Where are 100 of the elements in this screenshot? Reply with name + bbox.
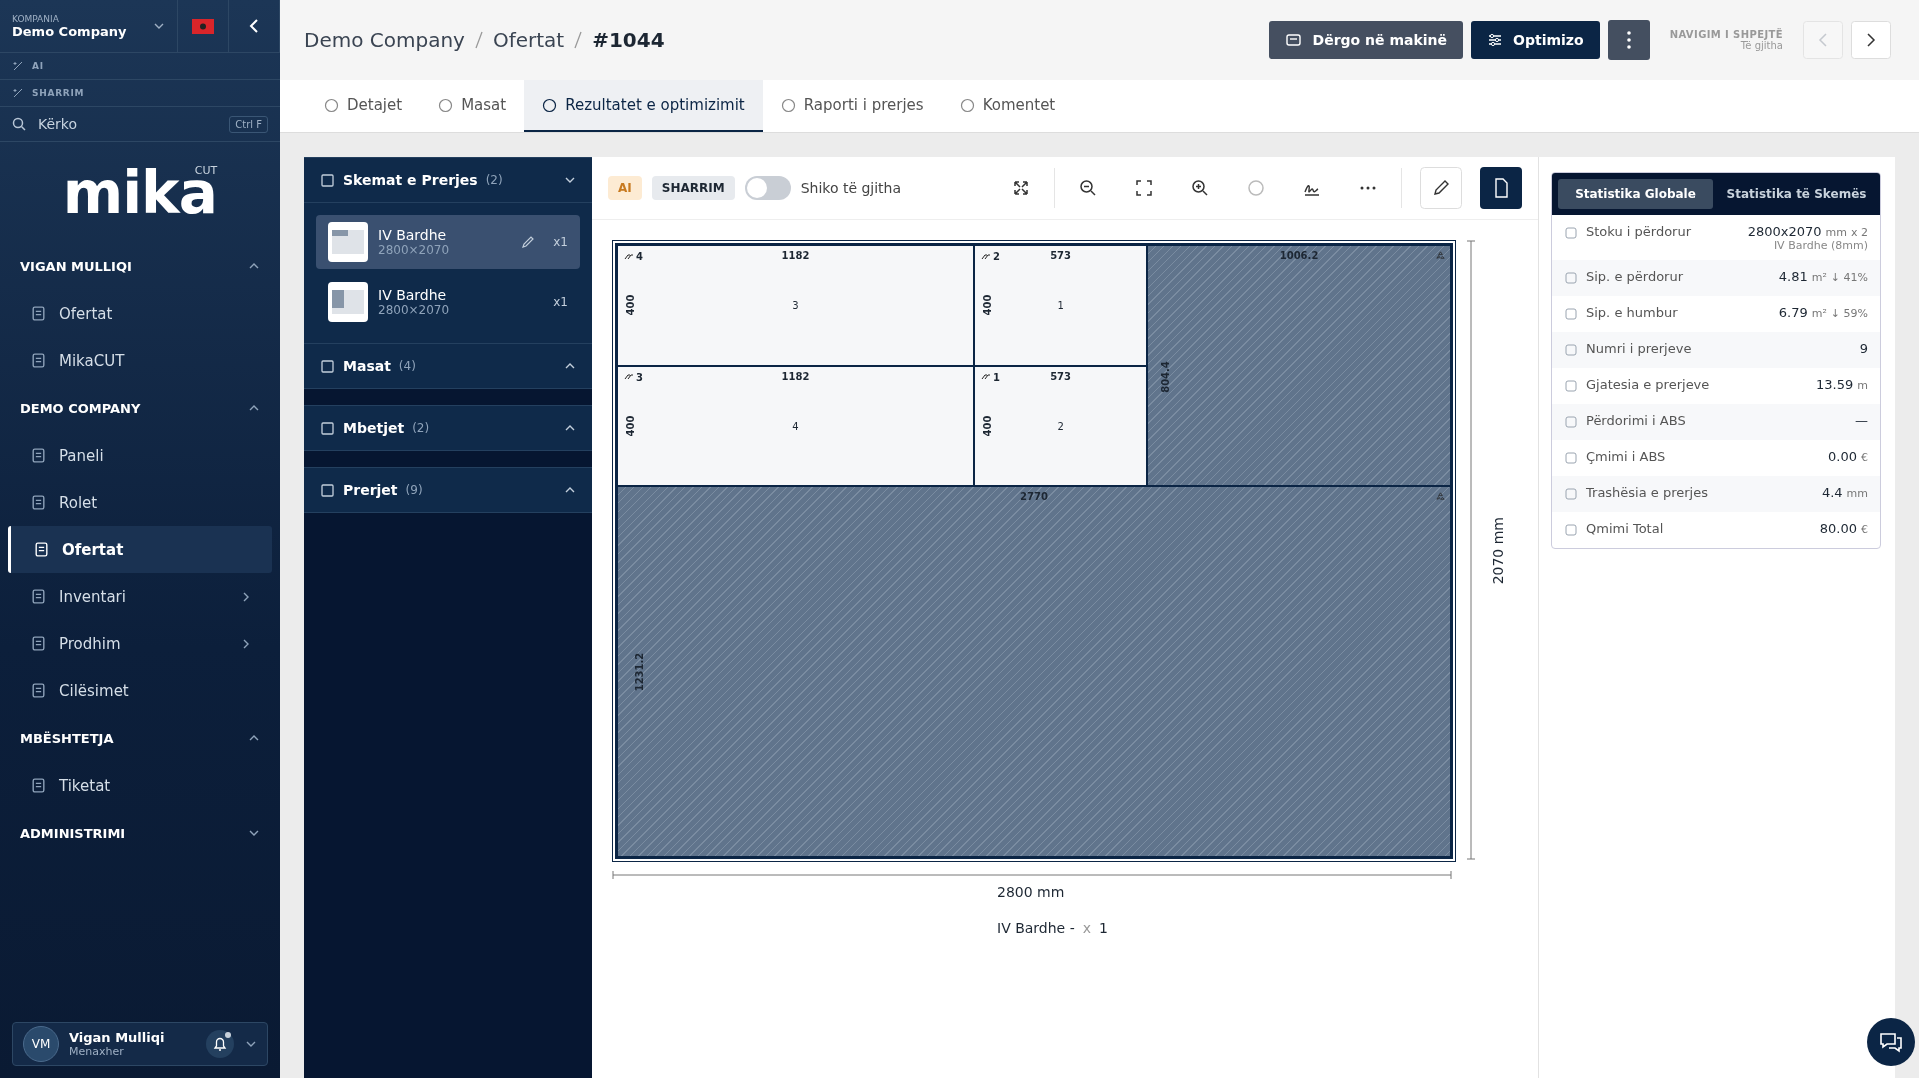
company-selector[interactable]: KOMPANIA Demo Company xyxy=(0,0,178,52)
zoom-in-icon[interactable] xyxy=(1190,178,1210,198)
toggle-switch[interactable] xyxy=(744,176,791,200)
stats-tab[interactable]: Statistika të Skemës xyxy=(1719,179,1874,209)
stat-icon xyxy=(1564,415,1578,429)
sidebar-item[interactable]: Tiketat xyxy=(8,762,272,809)
group-icon xyxy=(320,358,335,374)
group-title: Prerjet xyxy=(343,482,398,498)
group-header[interactable]: Skemat e Prerjes (2) xyxy=(304,157,592,203)
zoom-out-icon[interactable] xyxy=(1078,178,1098,198)
panel-piece[interactable]: 2 573 400 1 xyxy=(974,245,1148,366)
tab-icon xyxy=(438,97,454,113)
tab[interactable]: Masat xyxy=(420,80,525,132)
stat-label: Qmimi Total xyxy=(1586,521,1665,536)
document-icon xyxy=(30,447,47,464)
tab[interactable]: Komentet xyxy=(941,80,1074,132)
mode-badge: AI xyxy=(608,176,642,200)
edge-tag: 3 xyxy=(622,371,643,383)
bell-icon[interactable] xyxy=(205,1029,235,1059)
sidebar-item[interactable]: MikaCUT xyxy=(8,337,272,384)
section-header[interactable]: DEMO COMPANY xyxy=(0,384,280,432)
panel-piece[interactable]: 3 1182 400 4 xyxy=(617,365,975,487)
sidebar-item[interactable]: Rolet xyxy=(8,479,272,526)
section-header[interactable]: VIGAN MULLIQI xyxy=(0,242,280,290)
group-count: (4) xyxy=(398,359,416,373)
tab[interactable]: Raporti i prerjes xyxy=(762,80,942,132)
fit-icon[interactable] xyxy=(1134,178,1154,198)
stat-value: 4.4 mm xyxy=(1821,485,1868,500)
edge-tag: 1 xyxy=(979,371,1000,383)
height-label: 400 xyxy=(624,294,636,316)
scheme-size: 2800×2070 xyxy=(378,243,451,257)
edge-tag: 2 xyxy=(979,251,1000,262)
sheet-caption: IV Bardhe - xyxy=(997,920,1075,936)
group-header[interactable]: Mbetjet (2) xyxy=(304,405,592,451)
recycle-icon xyxy=(1435,491,1446,503)
chat-icon[interactable] xyxy=(1867,1018,1915,1066)
stat-value: 2800x2070 mm x 2 xyxy=(1747,224,1868,239)
group-header[interactable]: Masat (4) xyxy=(304,343,592,389)
sidebar-item[interactable]: Cilësimet xyxy=(8,667,272,714)
search-icon xyxy=(12,117,26,131)
tab-icon xyxy=(542,97,558,113)
piece-number: 1 xyxy=(1057,299,1064,311)
section-header[interactable]: ADMINISTRIMI xyxy=(0,809,280,857)
mode-label[interactable]: SHARRIM xyxy=(0,80,280,107)
stat-icon xyxy=(1564,226,1578,240)
sidebar-item[interactable]: Ofertat xyxy=(8,526,272,573)
stats-tab[interactable]: Statistika Globale xyxy=(1558,179,1713,209)
sidebar-item[interactable]: Prodhim xyxy=(8,620,272,667)
pdf-icon[interactable] xyxy=(1480,167,1522,209)
width-label: 2770 xyxy=(1020,491,1048,503)
sidebar-item[interactable]: Paneli xyxy=(8,432,272,479)
document-icon xyxy=(30,777,47,794)
user-name: Vigan Mulliqi xyxy=(69,1030,166,1045)
sidebar-item[interactable]: Ofertat xyxy=(8,290,272,337)
panel-piece[interactable]: 4 1182 400 3 xyxy=(617,245,975,366)
document-icon xyxy=(30,682,47,699)
section-header[interactable]: MBËSHTETJA xyxy=(0,714,280,762)
action-button[interactable]: Optimizo xyxy=(1471,21,1600,59)
next-icon[interactable] xyxy=(1851,21,1891,59)
piece-number: 3 xyxy=(792,299,799,311)
machine-icon xyxy=(1284,32,1303,48)
panel-piece[interactable]: 1 573 400 2 xyxy=(974,365,1148,487)
tab[interactable]: Rezultatet e optimizimit xyxy=(524,80,763,132)
stat-value: 0.00 € xyxy=(1828,449,1868,464)
search-field[interactable]: Kërko xyxy=(36,115,220,133)
sheet-height-label: 2070 mm xyxy=(1490,517,1506,585)
tab-icon xyxy=(959,97,975,113)
action-button[interactable]: Dërgo në makinë xyxy=(1268,21,1464,59)
group-icon xyxy=(320,420,335,436)
flag-icon[interactable] xyxy=(192,18,214,34)
width-label: 1182 xyxy=(781,370,810,382)
scheme-size: 2800×2070 xyxy=(378,303,451,317)
height-label: 1231.2 xyxy=(633,652,645,691)
scheme-name: IV Bardhe xyxy=(378,287,448,303)
scheme-thumbnail xyxy=(328,222,368,262)
quick-nav-filter: Të gjitha xyxy=(1740,40,1783,51)
tab[interactable]: Detajet xyxy=(306,80,421,132)
width-label: 573 xyxy=(1050,370,1071,382)
collapse-icon[interactable] xyxy=(248,18,260,34)
breadcrumb-item[interactable]: Ofertat xyxy=(492,28,565,52)
stat-subtext: IV Bardhe (8mm) xyxy=(1773,239,1868,252)
user-card[interactable]: VM Vigan Mulliqi Menaxher xyxy=(12,1022,268,1066)
edit-icon[interactable] xyxy=(521,235,536,249)
expand-icon[interactable] xyxy=(1011,178,1031,198)
shortcut-hint: Ctrl F xyxy=(229,115,268,133)
sidebar-item[interactable]: Inventari xyxy=(8,573,272,620)
stat-icon xyxy=(1564,307,1578,321)
edit-icon[interactable] xyxy=(1420,167,1462,209)
group-header[interactable]: Prerjet (9) xyxy=(304,467,592,513)
stat-icon xyxy=(1564,451,1578,465)
group-title: Masat xyxy=(343,358,391,374)
mode-label[interactable]: AI xyxy=(0,53,280,80)
toggle-label: Shiko të gjitha xyxy=(800,180,902,196)
scheme-item[interactable]: IV Bardhe 2800×2070 x1 xyxy=(316,275,580,329)
more-icon[interactable] xyxy=(1607,20,1650,60)
document-icon xyxy=(33,541,50,558)
stat-label: Trashësia e prerjes xyxy=(1586,485,1709,500)
breadcrumb-item[interactable]: Demo Company xyxy=(304,28,465,52)
width-label: 1182 xyxy=(781,250,810,261)
scheme-item[interactable]: IV Bardhe 2800×2070 x1 xyxy=(316,215,580,269)
